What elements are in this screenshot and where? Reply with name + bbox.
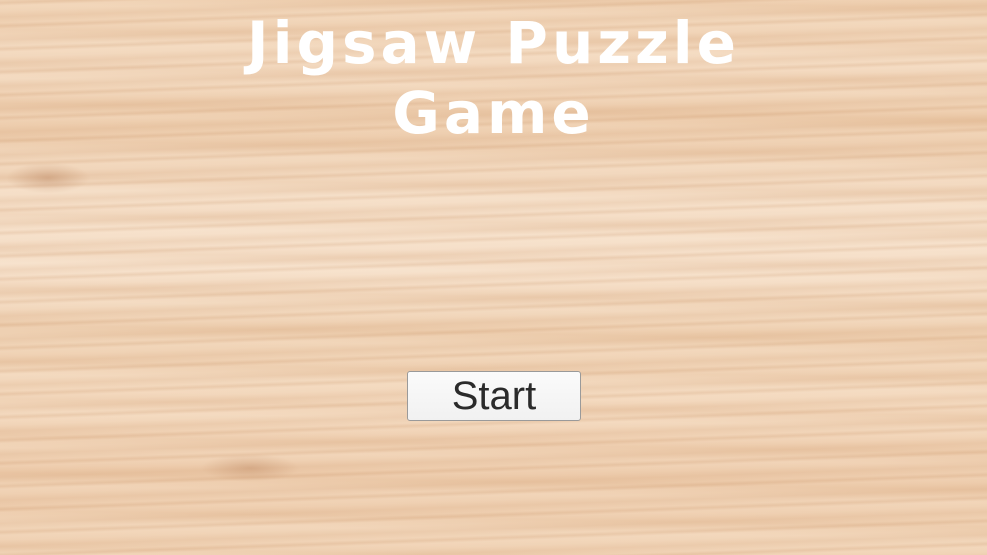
- game-title: Jigsaw Puzzle Game: [0, 8, 987, 148]
- start-button[interactable]: Start: [407, 371, 581, 421]
- game-title-line-1: Jigsaw Puzzle: [247, 9, 740, 77]
- main-menu-screen: Jigsaw Puzzle Game Start: [0, 0, 987, 555]
- game-title-line-2: Game: [392, 79, 595, 147]
